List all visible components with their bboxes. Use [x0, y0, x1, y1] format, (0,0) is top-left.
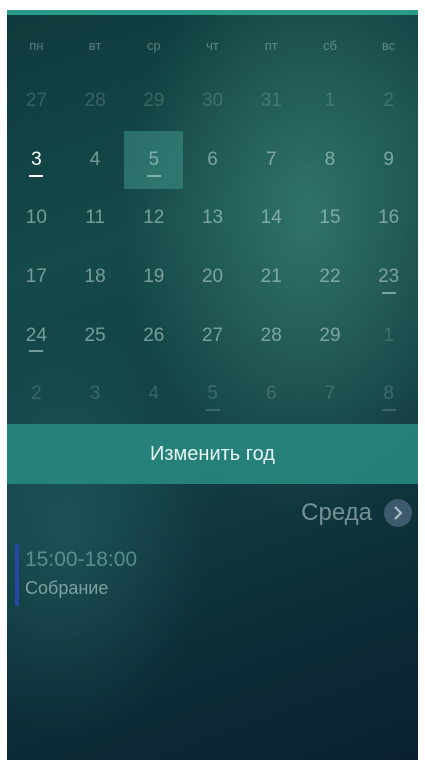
day-cell[interactable]: 6 — [242, 365, 301, 424]
calendar-screen: пн вт ср чт пт сб вс 27 28 29 30 31 1 2 3 4 5 6 7 8 9… — [7, 10, 418, 760]
day-cell[interactable]: 23 — [359, 248, 418, 307]
change-year-button[interactable]: Изменить год — [7, 424, 418, 484]
day-cell[interactable]: 2 — [7, 365, 66, 424]
day-cell[interactable]: 6 — [183, 131, 242, 190]
day-cell[interactable]: 18 — [66, 248, 125, 307]
day-cell[interactable]: 8 — [301, 131, 360, 190]
day-cell[interactable]: 3 — [7, 131, 66, 190]
day-cell[interactable]: 16 — [359, 189, 418, 248]
day-cell[interactable]: 7 — [242, 131, 301, 190]
weekday-label: пн — [29, 38, 44, 53]
day-cell[interactable]: 17 — [7, 248, 66, 307]
day-cell[interactable]: 14 — [242, 189, 301, 248]
day-cell[interactable]: 13 — [183, 189, 242, 248]
day-cell[interactable]: 3 — [66, 365, 125, 424]
day-cell[interactable]: 15 — [301, 189, 360, 248]
day-cell[interactable]: 28 — [66, 72, 125, 131]
selected-day-name: Среда — [301, 499, 372, 526]
event-color-bar — [15, 544, 19, 606]
day-cell[interactable]: 27 — [7, 72, 66, 131]
day-cell[interactable]: 1 — [359, 306, 418, 365]
day-cell[interactable]: 22 — [301, 248, 360, 307]
event-item[interactable]: 15:00-18:00 Собрание — [15, 544, 315, 608]
weekday-label: ср — [146, 38, 161, 53]
weekday-label: вс — [382, 38, 396, 53]
day-cell[interactable]: 8 — [359, 365, 418, 424]
day-cell[interactable]: 24 — [7, 306, 66, 365]
event-title: Собрание — [25, 578, 109, 598]
next-day-button[interactable] — [384, 499, 412, 527]
week-row: 27 28 29 30 31 1 2 — [7, 72, 418, 131]
day-cell[interactable]: 5 — [183, 365, 242, 424]
top-accent-bar — [7, 10, 418, 15]
weekday-label: вт — [88, 38, 102, 53]
day-cell-selected[interactable]: 5 — [124, 130, 184, 190]
day-cell[interactable]: 19 — [124, 248, 183, 307]
day-cell[interactable]: 25 — [66, 306, 125, 365]
day-cell[interactable]: 1 — [301, 72, 360, 131]
chevron-right-icon — [394, 506, 403, 520]
day-cell[interactable]: 11 — [66, 189, 125, 248]
day-cell[interactable]: 31 — [242, 72, 301, 131]
weekday-label: сб — [322, 38, 337, 53]
week-row: 2345678 — [7, 365, 418, 424]
week-row: 17 18 19 20 21 22 23 — [7, 248, 418, 307]
day-cell[interactable]: 9 — [359, 131, 418, 190]
week-row: 10 11 12 13 14 15 16 — [7, 189, 418, 248]
weekday-header: пн вт ср чт пт сб вс — [7, 38, 418, 58]
week-row: 24 25 26 27 28 29 1 — [7, 306, 418, 365]
weekday-label: чт — [206, 38, 219, 53]
month-grid: 27 28 29 30 31 1 2 3 4 5 6 7 8 9 10 11 12 13 14 15 16 17 18 19 2… — [7, 72, 418, 424]
day-cell[interactable]: 20 — [183, 248, 242, 307]
change-year-label: Изменить год — [150, 442, 275, 465]
selected-day-header: Среда — [301, 496, 412, 530]
day-cell[interactable]: 26 — [124, 306, 183, 365]
day-cell[interactable]: 29 — [124, 72, 183, 131]
day-cell[interactable]: 4 — [66, 131, 125, 190]
day-cell[interactable]: 30 — [183, 72, 242, 131]
weekday-label: пт — [264, 38, 278, 53]
day-cell[interactable]: 7 — [301, 365, 360, 424]
day-cell[interactable]: 28 — [242, 306, 301, 365]
day-cell[interactable]: 12 — [124, 189, 183, 248]
day-cell[interactable]: 10 — [7, 189, 66, 248]
day-cell[interactable]: 29 — [301, 306, 360, 365]
event-time: 15:00-18:00 — [25, 548, 138, 571]
day-cell[interactable]: 4 — [124, 365, 183, 424]
day-cell[interactable]: 27 — [183, 306, 242, 365]
day-cell[interactable]: 2 — [359, 72, 418, 131]
week-row: 3456789 — [7, 130, 418, 190]
day-cell[interactable]: 21 — [242, 248, 301, 307]
